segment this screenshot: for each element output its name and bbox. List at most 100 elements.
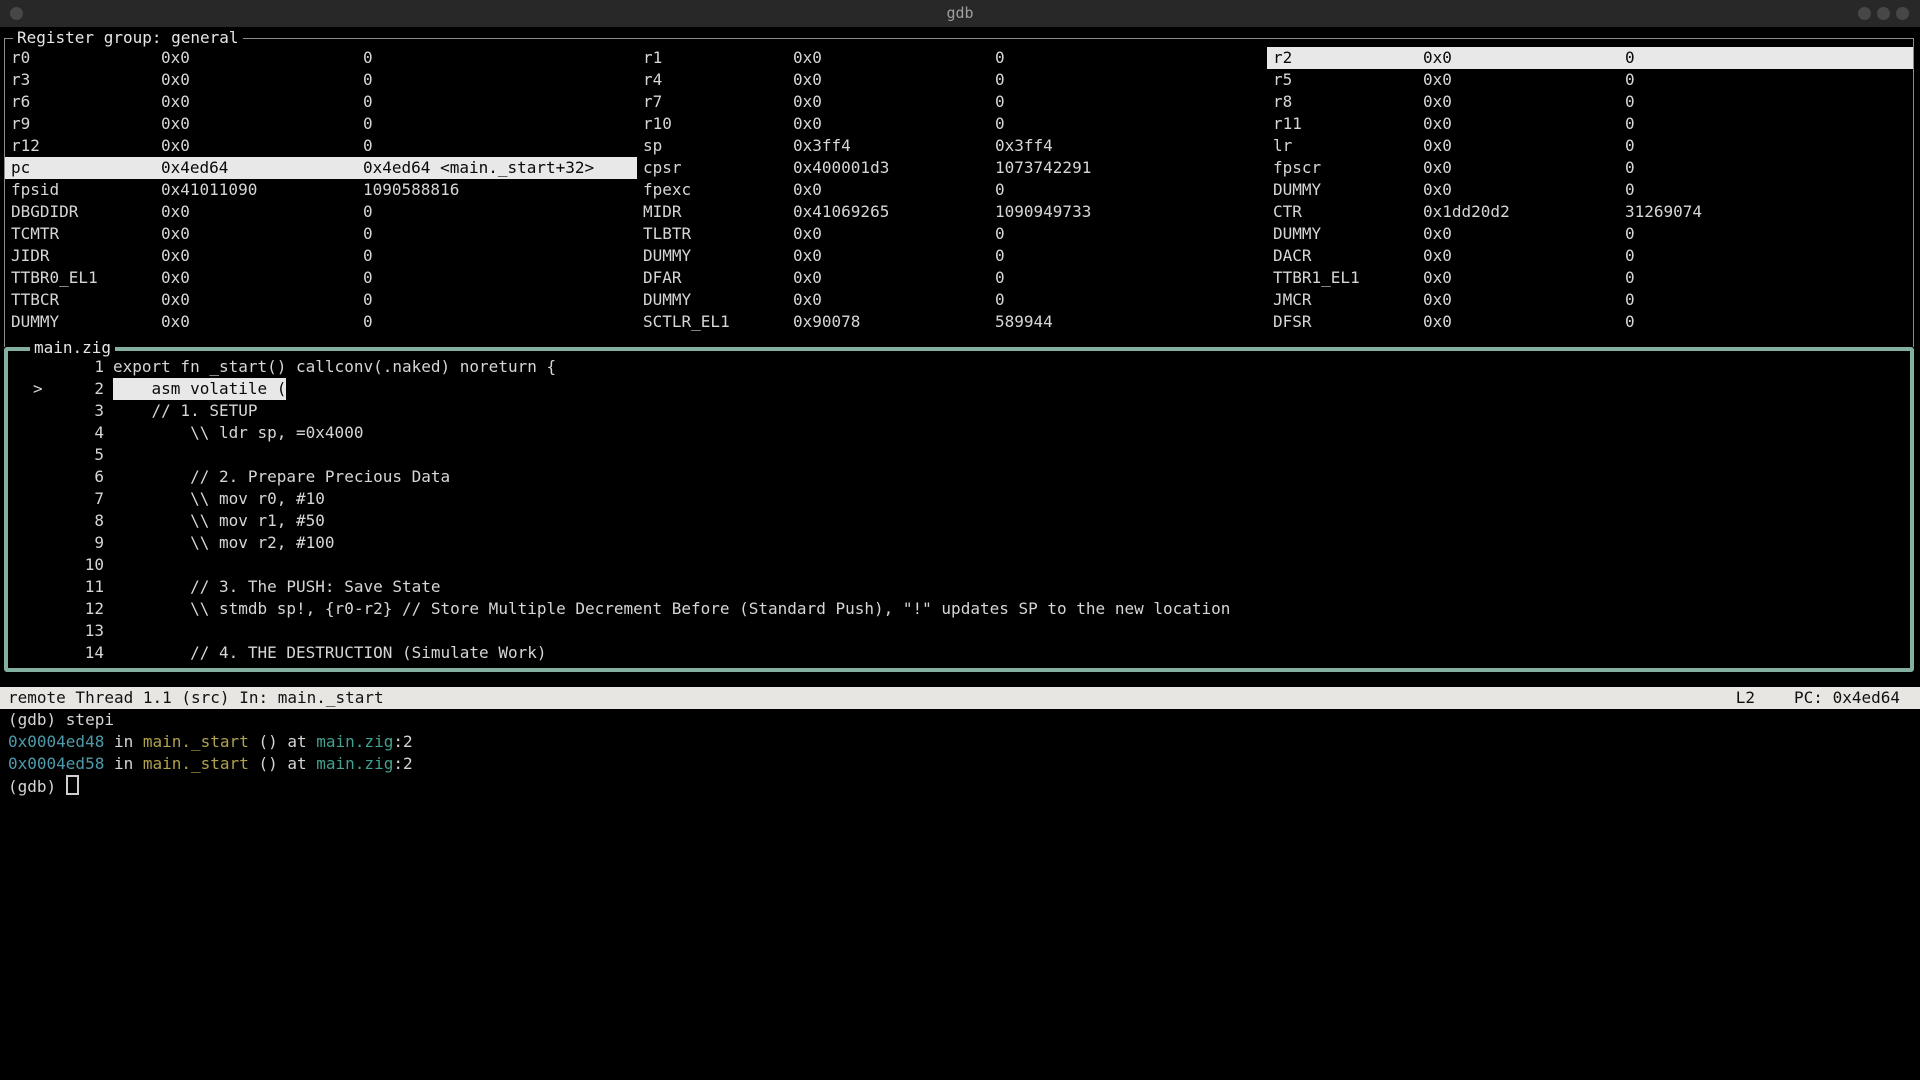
- register-row: JIDR0x00: [5, 245, 637, 267]
- register-name: DFSR: [1273, 311, 1423, 333]
- line-number: 13: [58, 620, 104, 642]
- register-row: DFSR0x00: [1267, 311, 1913, 333]
- console-text-addr: 0x0004ed48: [8, 732, 104, 751]
- register-name: SCTLR_EL1: [643, 311, 793, 333]
- register-dec-value: 0: [363, 246, 373, 265]
- register-row: TCMTR0x00: [5, 223, 637, 245]
- register-hex-value: 0x0: [793, 47, 995, 69]
- source-text: // 4. THE DESTRUCTION (Simulate Work): [113, 642, 546, 664]
- current-line-marker: [33, 510, 58, 532]
- console-line: (gdb) stepi: [8, 709, 1920, 731]
- line-number: 5: [58, 444, 104, 466]
- register-dec-value: 0: [1625, 136, 1635, 155]
- line-number: 14: [58, 642, 104, 664]
- register-hex-value: 0x41069265: [793, 201, 995, 223]
- current-line-marker: [33, 488, 58, 510]
- register-hex-value: 0x0: [1423, 69, 1625, 91]
- console-line: 0x0004ed58 in main._start () at main.zig…: [8, 753, 1920, 775]
- source-text: asm volatile (: [113, 378, 286, 400]
- register-row: r20x00: [1267, 47, 1913, 69]
- register-name: fpexc: [643, 179, 793, 201]
- register-dec-value: 0: [363, 290, 373, 309]
- register-dec-value: 0: [1625, 158, 1635, 177]
- window-close-button[interactable]: [1896, 7, 1909, 20]
- register-hex-value: 0x0: [1423, 91, 1625, 113]
- register-hex-value: 0x0: [161, 91, 363, 113]
- register-dec-value: 0: [363, 268, 373, 287]
- register-column: r10x00r40x00r70x00r100x00sp0x3ff40x3ff4c…: [637, 47, 1267, 333]
- source-text: // 2. Prepare Precious Data: [113, 466, 450, 488]
- source-line: 1export fn _start() callconv(.naked) nor…: [8, 356, 1910, 378]
- console-text-plain: () at: [249, 732, 316, 751]
- register-name: TTBR0_EL1: [11, 267, 161, 289]
- register-hex-value: 0x0: [793, 179, 995, 201]
- register-name: r6: [11, 91, 161, 113]
- register-row: r30x00: [5, 69, 637, 91]
- register-row: TTBR1_EL10x00: [1267, 267, 1913, 289]
- console-text-file: main.zig: [316, 754, 393, 773]
- register-name: sp: [643, 135, 793, 157]
- register-panel-title: Register group: general: [13, 28, 243, 48]
- source-panel: main.zig 1export fn _start() callconv(.n…: [4, 347, 1914, 672]
- source-line: 13: [8, 620, 1910, 642]
- console-text-plain: (gdb) stepi: [8, 710, 114, 729]
- source-text: \\ ldr sp, =0x4000: [113, 422, 363, 444]
- register-dec-value: 0: [995, 290, 1005, 309]
- register-row: r00x00: [5, 47, 637, 69]
- window-minimize-button[interactable]: [1858, 7, 1871, 20]
- line-number: 1: [58, 356, 104, 378]
- source-line: 11 // 3. The PUSH: Save State: [8, 576, 1910, 598]
- register-dec-value: 0: [363, 48, 373, 67]
- register-hex-value: 0x0: [1423, 311, 1625, 333]
- source-text: \\ mov r1, #50: [113, 510, 325, 532]
- register-dec-value: 0: [363, 114, 373, 133]
- register-hex-value: 0x0: [1423, 245, 1625, 267]
- source-line: 4 \\ ldr sp, =0x4000: [8, 422, 1910, 444]
- console-text-plain: :2: [393, 754, 412, 773]
- register-name: lr: [1273, 135, 1423, 157]
- register-row: JMCR0x00: [1267, 289, 1913, 311]
- status-line-indicator: L2: [1736, 687, 1755, 709]
- register-name: DUMMY: [643, 289, 793, 311]
- current-line-marker: [33, 444, 58, 466]
- source-text: // 3. The PUSH: Save State: [113, 576, 441, 598]
- current-line-marker: [33, 598, 58, 620]
- register-hex-value: 0x0: [1423, 157, 1625, 179]
- register-name: r7: [643, 91, 793, 113]
- register-dec-value: 0: [995, 246, 1005, 265]
- register-name: r9: [11, 113, 161, 135]
- register-row: r100x00: [637, 113, 1267, 135]
- register-hex-value: 0x0: [161, 223, 363, 245]
- register-name: TTBCR: [11, 289, 161, 311]
- register-dec-value: 1090588816: [363, 180, 459, 199]
- register-dec-value: 0: [363, 92, 373, 111]
- register-row: cpsr0x400001d31073742291: [637, 157, 1267, 179]
- source-line: 10: [8, 554, 1910, 576]
- terminal-cursor[interactable]: [66, 775, 79, 795]
- register-hex-value: 0x0: [161, 201, 363, 223]
- console-text-file: main.zig: [316, 732, 393, 751]
- line-number: 3: [58, 400, 104, 422]
- register-name: CTR: [1273, 201, 1423, 223]
- register-row: pc0x4ed640x4ed64 <main._start+32>: [5, 157, 637, 179]
- register-row: lr0x00: [1267, 135, 1913, 157]
- register-hex-value: 0x0: [161, 69, 363, 91]
- register-row: r120x00: [5, 135, 637, 157]
- register-row: DUMMY0x00: [5, 311, 637, 333]
- console-text-plain: in: [104, 732, 143, 751]
- console-text-plain: () at: [249, 754, 316, 773]
- register-hex-value: 0x0: [793, 113, 995, 135]
- register-hex-value: 0x0: [793, 91, 995, 113]
- register-dec-value: 589944: [995, 312, 1053, 331]
- register-dec-value: 0: [363, 136, 373, 155]
- register-dec-value: 0: [995, 92, 1005, 111]
- window-maximize-button[interactable]: [1877, 7, 1890, 20]
- register-row: DUMMY0x00: [637, 245, 1267, 267]
- register-name: fpscr: [1273, 157, 1423, 179]
- status-spacer: [384, 687, 1736, 709]
- register-name: DUMMY: [1273, 223, 1423, 245]
- register-name: TTBR1_EL1: [1273, 267, 1423, 289]
- register-dec-value: 0: [1625, 224, 1635, 243]
- register-dec-value: 0: [1625, 92, 1635, 111]
- register-dec-value: 0: [363, 70, 373, 89]
